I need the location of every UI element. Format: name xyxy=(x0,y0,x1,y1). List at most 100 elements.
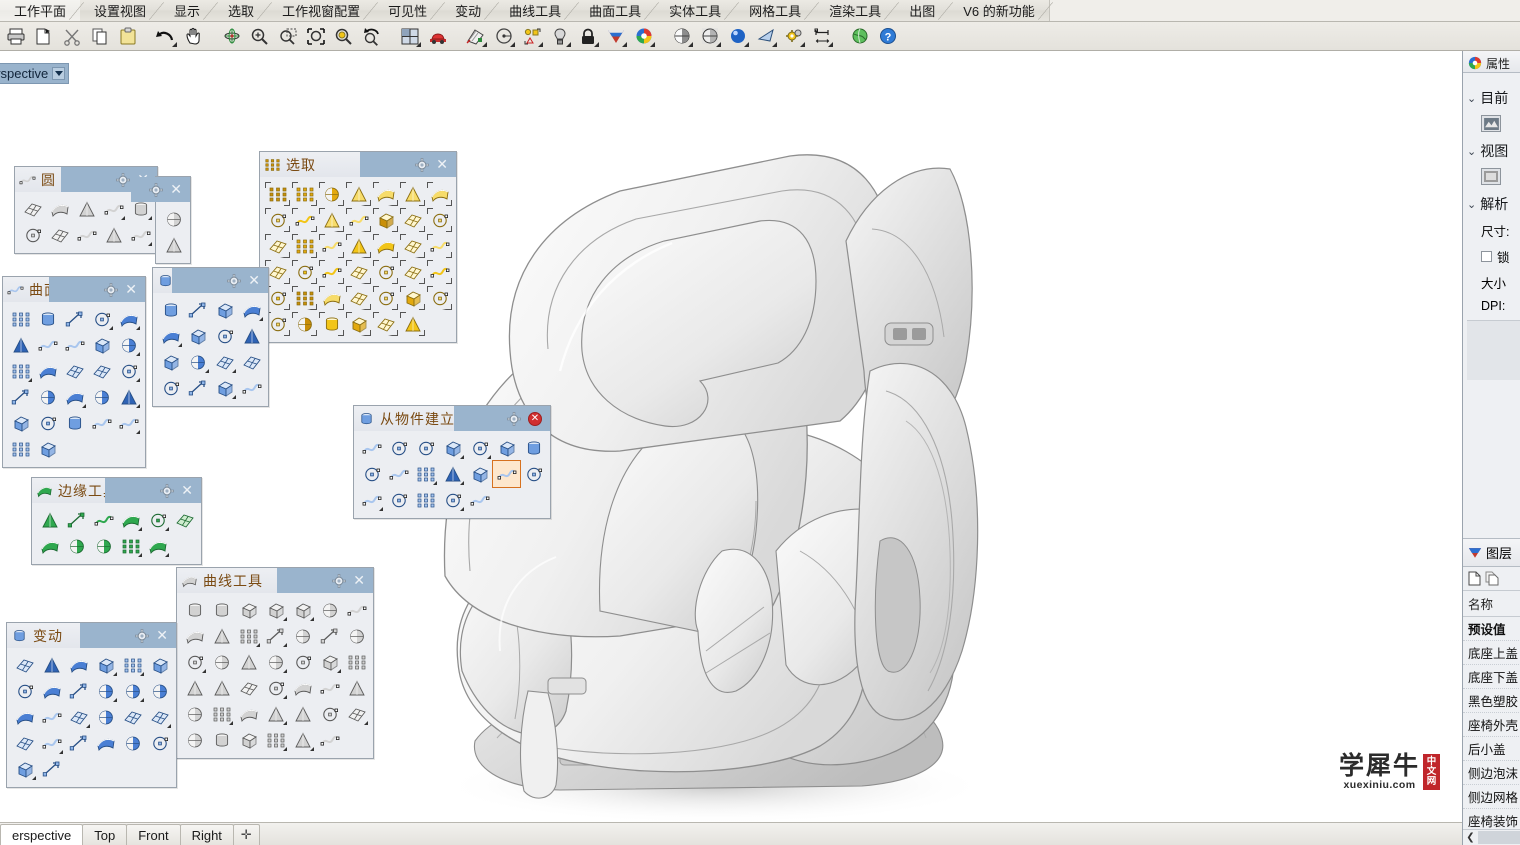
options-button[interactable] xyxy=(780,23,807,49)
close-icon[interactable]: ✕ xyxy=(248,274,260,288)
palette-button-surface-heightfield-icon[interactable] xyxy=(184,375,211,401)
palette-button-surface-sweep1-icon[interactable] xyxy=(211,349,238,375)
palette-button-pullback-curve-icon[interactable] xyxy=(358,461,385,487)
view-swatch-row[interactable] xyxy=(1481,168,1520,185)
palette-button-circle-center-radius-icon[interactable] xyxy=(19,196,46,222)
palette-button-project-curve-icon[interactable] xyxy=(493,435,520,461)
zoom-back-button[interactable] xyxy=(358,23,385,49)
palette-button-edge-next-icon[interactable] xyxy=(117,533,144,559)
help-button[interactable]: ? xyxy=(874,23,901,49)
ghosted-view-button[interactable] xyxy=(696,23,723,49)
palette-button-blend-surface-icon[interactable] xyxy=(61,306,88,332)
gear-icon[interactable] xyxy=(149,182,164,197)
menu-item-12[interactable]: 出图 xyxy=(895,0,949,21)
palette-button-select-point-cloud-icon[interactable] xyxy=(372,207,399,233)
palette-button-curve-points-icon[interactable] xyxy=(181,701,208,727)
palette-button-surface-revolve-icon[interactable] xyxy=(238,349,265,375)
layer-item[interactable]: 底座上盖 xyxy=(1463,641,1520,665)
palette-header[interactable]: 从物件建立曲线 ✕ xyxy=(354,406,550,431)
palette-button-select-objects-icon[interactable] xyxy=(264,181,291,207)
palette-button-cage-edit-icon[interactable] xyxy=(11,756,38,782)
menu-item-7[interactable]: 曲线工具 xyxy=(495,0,575,21)
viewport-title[interactable]: erspective xyxy=(0,63,70,84)
dimension-button[interactable] xyxy=(808,23,835,49)
palette-button-extend-surface-icon[interactable] xyxy=(7,332,34,358)
section-resolution[interactable]: ⌄ 解析 xyxy=(1467,194,1520,214)
palette-button-circle-diameter-icon[interactable] xyxy=(46,196,73,222)
palette-transform[interactable]: 变动 ✕ xyxy=(6,622,177,788)
palette-button-select-paint-icon[interactable] xyxy=(345,285,372,311)
copy-layer-icon[interactable] xyxy=(1485,571,1500,586)
palette-button-curvature-analysis-icon[interactable] xyxy=(115,410,142,436)
palette-button-split-edge-icon[interactable] xyxy=(90,507,117,533)
palette-button-select-open-surface-icon[interactable] xyxy=(399,233,426,259)
palette-button-section-grid-icon[interactable] xyxy=(520,435,547,461)
palette-button-select-dots-icon[interactable] xyxy=(345,259,372,285)
palette-button-select-light-icon[interactable] xyxy=(399,207,426,233)
lights-button[interactable] xyxy=(546,23,573,49)
palette-button-select-pyramid-icon[interactable] xyxy=(399,259,426,285)
palette-button-degree-curve-icon[interactable] xyxy=(181,675,208,701)
palette-button-extrude-surface-icon[interactable] xyxy=(7,436,34,462)
palette-button-select-annotation-icon[interactable] xyxy=(318,233,345,259)
palette-button-simplify-curve-icon[interactable] xyxy=(208,649,235,675)
palette-button-polygon-curve-icon[interactable] xyxy=(289,675,316,701)
palette-button-control-points-icon[interactable] xyxy=(34,384,61,410)
palette-button-rebuild-curve-icon[interactable] xyxy=(235,675,262,701)
palette-button-surface-loft-icon[interactable] xyxy=(157,349,184,375)
palette-button-join-edges-icon[interactable] xyxy=(63,507,90,533)
palette-button-select-previous-icon[interactable] xyxy=(372,181,399,207)
palette-header[interactable]: 曲面工具✕ xyxy=(3,277,145,302)
osnap-button[interactable] xyxy=(490,23,517,49)
menu-item-5[interactable]: 可见性 xyxy=(374,0,441,21)
palette-button-intersect-icon[interactable] xyxy=(466,461,493,487)
palette-button-select-zoom-icon[interactable] xyxy=(372,285,399,311)
palette-button-remove-point-icon[interactable] xyxy=(208,701,235,727)
palette-button-cylinder-surface-icon[interactable] xyxy=(115,384,142,410)
palette-button-sketch-on-box-icon[interactable] xyxy=(466,487,493,513)
palette-button-select-mesh-icon[interactable] xyxy=(291,259,318,285)
zoom-in-button[interactable] xyxy=(246,23,273,49)
palette-button-curve-chart-icon[interactable] xyxy=(316,727,343,753)
palette-button-flow-along-icon[interactable] xyxy=(289,727,316,753)
close-icon[interactable]: ✕ xyxy=(156,629,168,643)
palette-button-curve-split-icon[interactable] xyxy=(262,701,289,727)
palette-edge-tools[interactable]: 边缘工具 ✕ xyxy=(31,477,202,565)
palette-button-curve-join-icon[interactable] xyxy=(289,701,316,727)
layer-horizontal-scrollbar[interactable]: ❮ xyxy=(1463,829,1520,845)
palette-button-smooth-surface-icon[interactable] xyxy=(34,410,61,436)
palette-button-point-edit-icon[interactable] xyxy=(88,384,115,410)
viewport-perspective[interactable]: erspective x y 学犀牛 xuexiniu.com 中文网 圆✕ xyxy=(0,51,1462,822)
print-button[interactable] xyxy=(2,23,29,49)
palette-header[interactable]: 选取 ✕ xyxy=(260,152,456,177)
palette-button-merge-edge-icon[interactable] xyxy=(117,507,144,533)
close-icon[interactable]: ✕ xyxy=(436,158,448,172)
palette-button-fit-surface-icon[interactable] xyxy=(88,358,115,384)
palette-button-explode-surface-icon[interactable] xyxy=(7,410,34,436)
palette-header[interactable]: 变动 ✕ xyxy=(7,623,176,648)
palette-button-more-chevrons-icon[interactable] xyxy=(160,232,187,258)
palette-button-line-pink-icon[interactable] xyxy=(262,727,289,753)
palette-button-curve-boolean-icon[interactable] xyxy=(208,623,235,649)
palette-button-blend-curve-icon[interactable] xyxy=(262,597,289,623)
palette-button-surface-curve-network-icon[interactable] xyxy=(238,297,265,323)
palette-button-array-gem-icon[interactable] xyxy=(119,704,146,730)
menu-item-10[interactable]: 网格工具 xyxy=(735,0,815,21)
palette-button-select-by-color-icon[interactable] xyxy=(291,207,318,233)
palette-button-fillet-curve-icon[interactable] xyxy=(181,597,208,623)
palette-button-select-dimension-icon[interactable] xyxy=(291,233,318,259)
palette-button-invert-selection-icon[interactable] xyxy=(318,181,345,207)
menu-item-11[interactable]: 渲染工具 xyxy=(815,0,895,21)
palette-button-connect-curves-icon[interactable] xyxy=(316,597,343,623)
palette-button-curve-from-points-icon[interactable] xyxy=(358,487,385,513)
palette-button-project-to-surface-icon[interactable] xyxy=(289,623,316,649)
palette-button-taper-icon[interactable] xyxy=(38,730,65,756)
menu-item-9[interactable]: 实体工具 xyxy=(655,0,735,21)
viewport-tab-0[interactable]: erspective xyxy=(0,824,84,845)
palette-button-select-tag-icon[interactable] xyxy=(345,311,372,337)
pan-button[interactable] xyxy=(180,23,207,49)
palette-button-surface-dir-icon[interactable] xyxy=(61,358,88,384)
palette-button-select-hatch-icon[interactable] xyxy=(264,233,291,259)
palette-button-orient-3point-icon[interactable] xyxy=(146,678,173,704)
menu-item-13[interactable]: V6 的新功能 xyxy=(949,0,1049,21)
